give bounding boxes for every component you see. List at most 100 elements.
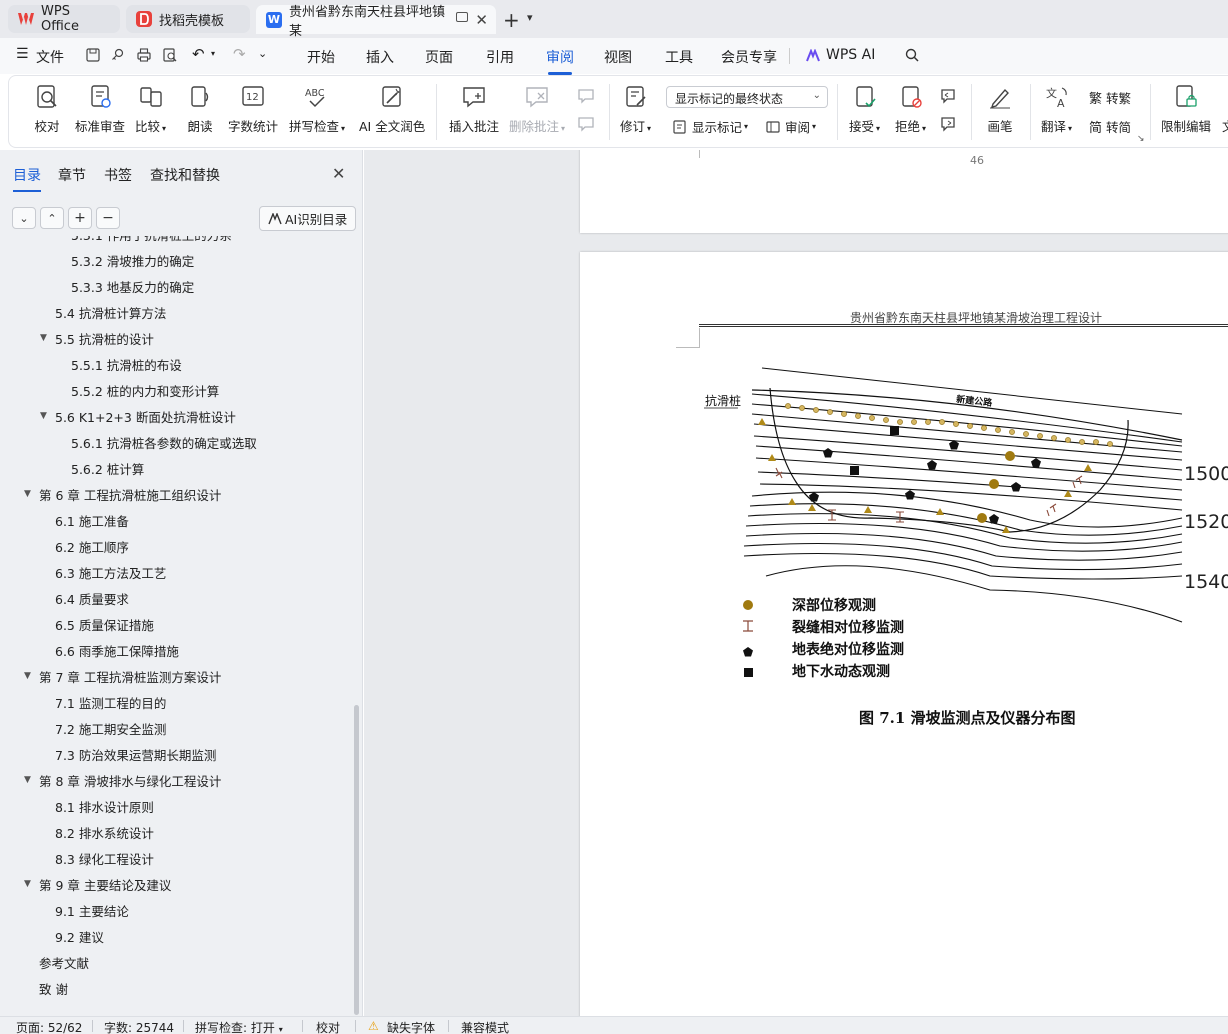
spell-check-button[interactable]: ABC 拼写检查 ▾ — [289, 84, 345, 135]
nav-tab-toc[interactable]: 目录 — [13, 165, 41, 192]
undo-dropdown-icon[interactable]: ▾ — [211, 49, 215, 58]
toc-item[interactable]: 致 谢 — [39, 977, 68, 999]
menu-review[interactable]: 审阅 — [546, 47, 574, 75]
read-aloud-button[interactable]: 朗读 — [187, 84, 213, 135]
menu-insert[interactable]: 插入 — [366, 47, 394, 67]
toc-item[interactable]: 7.1 监测工程的目的 — [55, 691, 166, 713]
expand-arrow-icon[interactable]: ▼ — [24, 489, 31, 499]
collapse-up-button[interactable]: ⌃ — [40, 207, 64, 229]
toc-item[interactable]: 6.4 质量要求 — [55, 587, 129, 609]
collapse-down-button[interactable]: ⌄ — [12, 207, 36, 229]
toc-item[interactable]: 参考文献 — [39, 951, 89, 973]
print-icon[interactable] — [137, 48, 151, 62]
menu-tools[interactable]: 工具 — [665, 47, 693, 67]
chevron-down-icon[interactable]: ▾ — [527, 11, 533, 24]
accept-button[interactable]: 接受 ▾ — [849, 84, 880, 135]
screen-icon[interactable] — [456, 12, 468, 22]
menu-file[interactable]: 文件 — [36, 47, 64, 67]
nav-tab-chapters[interactable]: 章节 — [58, 165, 86, 185]
cutoff-button-label[interactable]: 文 — [1222, 116, 1228, 135]
menu-wps-ai[interactable]: WPS AI — [826, 47, 875, 63]
toc-item[interactable]: 7.3 防治效果运营期长期监测 — [55, 743, 216, 765]
hamburger-icon[interactable]: ☰ — [16, 46, 29, 62]
next-change-icon[interactable] — [939, 116, 957, 132]
tab-current-document[interactable]: W 贵州省黔东南天柱县坪地镇某 ✕ — [256, 5, 496, 39]
toc-item[interactable]: ▼ 第 7 章 工程抗滑桩监测方案设计 — [24, 665, 221, 687]
menu-view[interactable]: 视图 — [604, 47, 632, 67]
toc-item[interactable]: 6.3 施工方法及工艺 — [55, 561, 166, 583]
search-icon[interactable] — [905, 48, 919, 62]
menu-references[interactable]: 引用 — [486, 47, 514, 67]
toc-item[interactable]: ▼ 第 6 章 工程抗滑桩施工组织设计 — [24, 483, 221, 505]
remove-heading-button[interactable]: − — [96, 207, 120, 229]
toc-item[interactable]: 5.4 抗滑桩计算方法 — [55, 301, 166, 323]
expand-arrow-icon[interactable]: ▼ — [40, 333, 47, 343]
toc-item[interactable]: 5.5.1 抗滑桩的布设 — [71, 353, 182, 375]
toc-item[interactable]: 5.3.2 滑坡推力的确定 — [71, 249, 194, 271]
pen-button[interactable]: 画笔 — [987, 84, 1013, 135]
toc-item[interactable]: 6.6 雨季施工保障措施 — [55, 639, 179, 661]
new-tab-button[interactable]: + — [503, 8, 520, 32]
reject-button[interactable]: 拒绝 ▾ — [895, 84, 926, 135]
toc-item[interactable]: 8.1 排水设计原则 — [55, 795, 154, 817]
expand-arrow-icon[interactable]: ▼ — [24, 775, 31, 785]
revise-button[interactable]: 修订 ▾ — [620, 84, 651, 135]
toc-item[interactable]: 5.6.1 抗滑桩各参数的确定或选取 — [71, 431, 257, 453]
insert-comment-button[interactable]: 插入批注 — [449, 84, 499, 135]
menu-page[interactable]: 页面 — [425, 47, 453, 67]
nav-tab-bookmarks[interactable]: 书签 — [104, 165, 132, 185]
ai-polish-button[interactable]: AI 全文润色 — [359, 84, 425, 135]
standard-review-button[interactable]: 标准审查 — [75, 84, 125, 135]
expand-arrow-icon[interactable]: ▼ — [24, 879, 31, 889]
toc-item[interactable]: 9.1 主要结论 — [55, 899, 129, 921]
review-pane-button[interactable]: 审阅 ▾ — [765, 117, 816, 136]
undo-icon[interactable]: ↶ — [192, 45, 205, 63]
toc-item[interactable]: 8.3 绿化工程设计 — [55, 847, 154, 869]
page-indicator[interactable]: 页面: 52/62 — [16, 1019, 82, 1034]
chevron-down-icon[interactable]: ⌄ — [258, 47, 267, 60]
expand-corner-icon[interactable]: ↘ — [1137, 134, 1145, 144]
word-count-button[interactable]: 12 字数统计 — [228, 84, 278, 135]
to-simplified-button[interactable]: 简 转简 — [1089, 117, 1131, 136]
toc-item[interactable]: 5.5.2 桩的内力和变形计算 — [71, 379, 219, 401]
to-traditional-button[interactable]: 繁 转繁 — [1089, 88, 1131, 107]
toc-item[interactable]: ▼ 第 8 章 滑坡排水与绿化工程设计 — [24, 769, 221, 791]
nav-tab-find-replace[interactable]: 查找和替换 — [150, 165, 220, 185]
document-area[interactable]: 46 贵州省黔东南天柱县坪地镇某滑坡治理工程设计 新建公路 抗滑桩 1500 1… — [364, 150, 1228, 1016]
tab-wps-office[interactable]: WPS Office — [8, 4, 120, 34]
previous-change-icon[interactable] — [939, 88, 957, 104]
save-icon[interactable] — [86, 48, 100, 62]
toc-item[interactable]: ▼ 第 9 章 主要结论及建议 — [24, 873, 171, 895]
link-icon[interactable] — [111, 48, 125, 62]
show-markup-button[interactable]: 显示标记 ▾ — [672, 117, 748, 136]
print-preview-icon[interactable] — [163, 48, 177, 62]
translate-button[interactable]: 文A 翻译 ▾ — [1041, 84, 1072, 135]
spell-check-status[interactable]: 拼写检查: 打开 ▾ — [195, 1019, 283, 1034]
toc-item[interactable]: ▼ 5.5 抗滑桩的设计 — [40, 327, 154, 349]
toc-item[interactable]: ▼ 5.6 K1+2+3 断面处抗滑桩设计 — [40, 405, 236, 427]
tab-docer-templates[interactable]: 找稻壳模板 — [126, 5, 250, 33]
menu-home[interactable]: 开始 — [307, 47, 335, 67]
add-heading-button[interactable]: + — [68, 207, 92, 229]
toc-item[interactable]: 5.6.2 桩计算 — [71, 457, 144, 479]
menu-member[interactable]: 会员专享 — [721, 47, 777, 67]
ai-toc-button[interactable]: AI识别目录 — [259, 206, 357, 231]
toc-item[interactable]: 5.3.1 作用于抗滑桩上的力系 — [71, 236, 232, 245]
toc-item[interactable]: 7.2 施工期安全监测 — [55, 717, 166, 739]
close-icon[interactable]: ✕ — [332, 164, 345, 183]
toc-item[interactable]: 6.1 施工准备 — [55, 509, 129, 531]
toc-item[interactable]: 6.2 施工顺序 — [55, 535, 129, 557]
proofread-button[interactable]: 校对 — [34, 84, 60, 135]
close-icon[interactable]: ✕ — [475, 11, 488, 29]
toc-scrollbar[interactable] — [354, 705, 359, 1015]
toc-item[interactable]: 6.5 质量保证措施 — [55, 613, 154, 635]
toc-item[interactable]: 8.2 排水系统设计 — [55, 821, 154, 843]
word-count[interactable]: 字数: 25744 — [104, 1019, 174, 1034]
missing-font-status[interactable]: 缺失字体 — [387, 1019, 435, 1034]
markup-state-select[interactable]: 显示标记的最终状态 ⌄ — [666, 86, 828, 108]
expand-arrow-icon[interactable]: ▼ — [40, 411, 47, 421]
proofread-status[interactable]: 校对 — [316, 1019, 340, 1034]
expand-arrow-icon[interactable]: ▼ — [24, 671, 31, 681]
restrict-edit-button[interactable]: 限制编辑 — [1161, 84, 1211, 135]
toc-item[interactable]: 5.3.3 地基反力的确定 — [71, 275, 194, 297]
